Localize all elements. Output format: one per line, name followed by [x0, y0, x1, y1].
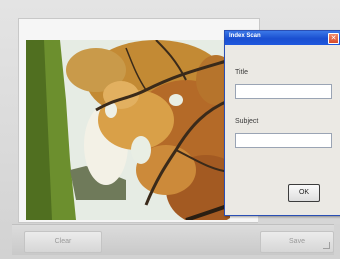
clear-button[interactable]: Clear	[24, 231, 102, 253]
title-field-label: Title	[235, 69, 248, 76]
dialog-titlebar[interactable]: Index Scan ✕	[225, 31, 340, 45]
app-window: Clear Save Index Scan ✕ Title Subject OK	[0, 0, 340, 259]
bottom-toolbar: Clear Save	[12, 224, 334, 255]
subject-input[interactable]	[235, 133, 332, 148]
save-button[interactable]: Save	[260, 231, 334, 253]
title-input[interactable]	[235, 84, 332, 99]
close-icon[interactable]: ✕	[328, 33, 339, 44]
subject-field-label: Subject	[235, 118, 259, 125]
dialog-title: Index Scan	[229, 33, 261, 39]
scanned-photo	[26, 40, 230, 220]
ok-button[interactable]: OK	[288, 184, 320, 202]
save-button-label: Save	[289, 238, 305, 245]
index-scan-dialog: Index Scan ✕ Title Subject OK	[224, 30, 340, 216]
resize-grip-icon	[323, 242, 330, 249]
